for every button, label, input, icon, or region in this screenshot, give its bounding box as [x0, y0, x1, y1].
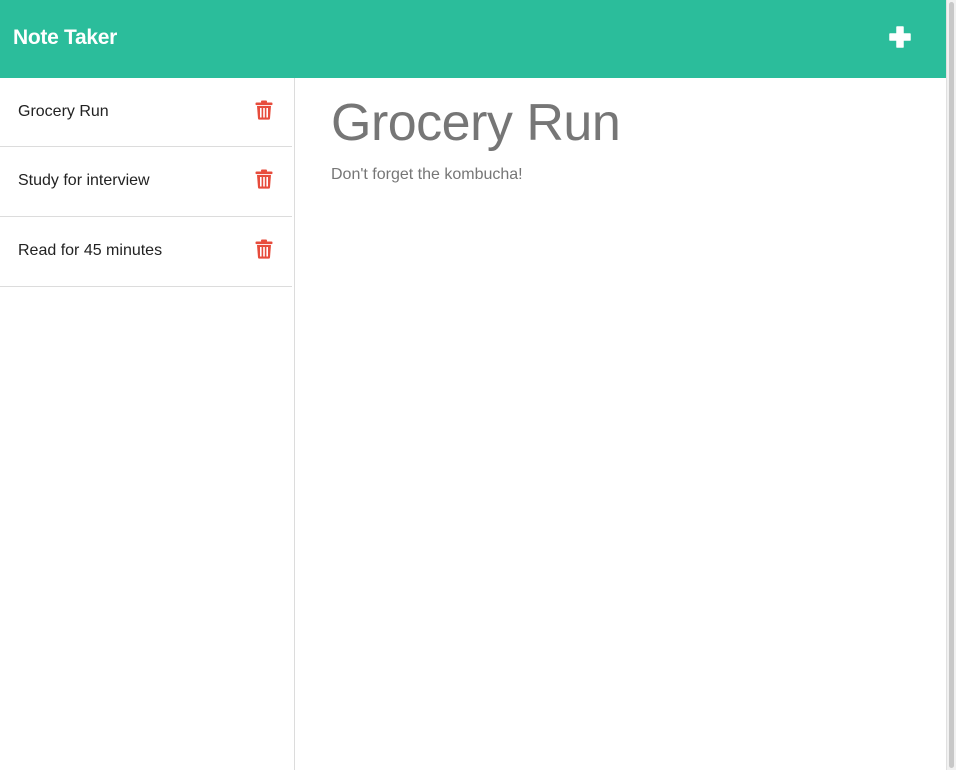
note-text-field[interactable]: Don't forget the kombucha! [331, 165, 523, 185]
top-navbar: Note Taker [0, 0, 946, 78]
note-list-item-title[interactable]: Read for 45 minutes [18, 241, 162, 261]
new-note-button[interactable] [884, 21, 916, 53]
note-list-item[interactable]: Read for 45 minutes [0, 217, 292, 287]
plus-icon[interactable] [884, 21, 916, 53]
note-taker-app: Note Taker Grocery Run Study for intervi… [0, 0, 946, 770]
note-title-field[interactable]: Grocery Run [331, 92, 621, 154]
delete-note-button[interactable] [255, 100, 273, 120]
notes-sidebar: Grocery Run Study for interview Read for… [0, 78, 295, 770]
page-scrollbar[interactable] [946, 0, 956, 770]
trash-icon[interactable] [255, 169, 273, 189]
delete-note-button[interactable] [255, 169, 273, 189]
trash-icon[interactable] [255, 239, 273, 259]
note-list-item-title[interactable]: Study for interview [18, 171, 150, 191]
app-title[interactable]: Note Taker [13, 25, 117, 51]
note-list-item-title[interactable]: Grocery Run [18, 102, 109, 122]
note-list: Grocery Run Study for interview Read for… [0, 78, 292, 287]
note-list-item[interactable]: Grocery Run [0, 78, 292, 147]
trash-icon[interactable] [255, 100, 273, 120]
scrollbar-thumb[interactable] [949, 2, 954, 768]
note-list-item[interactable]: Study for interview [0, 147, 292, 217]
delete-note-button[interactable] [255, 239, 273, 259]
note-editor: Grocery Run Don't forget the kombucha! [295, 78, 946, 770]
